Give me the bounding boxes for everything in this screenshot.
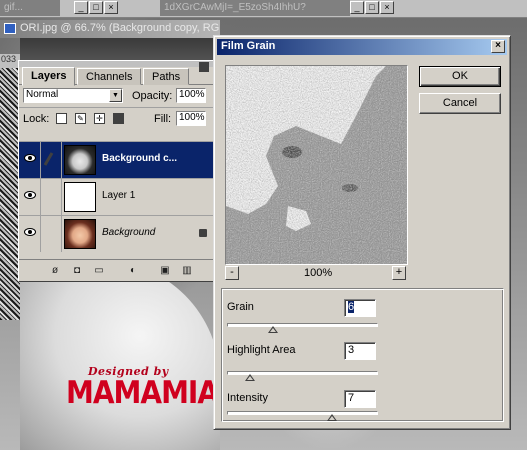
highlight-area-slider-thumb[interactable]: [245, 374, 255, 381]
zoom-level: 100%: [304, 267, 333, 279]
minimize-icon[interactable]: _: [350, 1, 364, 14]
zoom-in-button[interactable]: +: [392, 266, 406, 280]
layer-name: Layer 1: [102, 190, 136, 201]
maximize-icon[interactable]: □: [365, 1, 379, 14]
close-icon[interactable]: ×: [380, 1, 394, 14]
layer-row-background-copy[interactable]: Background c...: [19, 141, 213, 178]
layers-palette: Layers Channels Paths Normal ▼ Opacity: …: [18, 60, 214, 282]
trash-icon[interactable]: ▥: [181, 265, 193, 276]
lock-row: Lock: ✎ ✛ Fill: 100%: [19, 107, 213, 129]
lock-all-icon[interactable]: [113, 113, 124, 124]
dialog-title: Film Grain: [221, 40, 276, 52]
zoom-out-button[interactable]: -: [225, 266, 239, 280]
layer-name: Background: [102, 227, 156, 238]
lock-transparency-icon[interactable]: [56, 113, 67, 124]
tab-layers[interactable]: Layers: [22, 67, 76, 86]
fill-input[interactable]: 100%: [176, 111, 206, 126]
new-group-icon[interactable]: ▭: [93, 265, 105, 276]
ok-button[interactable]: OK: [419, 66, 501, 87]
layer-name: Background c...: [102, 153, 178, 164]
window-tab-image[interactable]: 1dXGrCAwMjI=_E5zoSh4IhhU?: [160, 0, 350, 16]
minimize-icon[interactable]: _: [74, 1, 88, 14]
palette-tabs: Layers Channels Paths: [19, 67, 213, 86]
side-number: 033: [0, 54, 20, 68]
photoshop-document-icon: [4, 23, 16, 34]
layer-thumbnail: [64, 182, 96, 212]
intensity-input[interactable]: 7: [344, 390, 376, 408]
highlight-area-slider-track[interactable]: [227, 371, 378, 381]
opacity-label: Opacity:: [132, 90, 173, 102]
lock-position-icon[interactable]: ✛: [94, 113, 105, 124]
grain-slider-track[interactable]: [227, 323, 378, 333]
tab-paths[interactable]: Paths: [143, 68, 190, 85]
grain-label: Grain: [227, 301, 254, 313]
document-title: ORI.jpg @ 66.7% (Background copy, RGB): [20, 22, 220, 34]
window-tab-gif[interactable]: gif...: [0, 0, 60, 16]
add-mask-icon[interactable]: ◘: [71, 265, 83, 276]
new-layer-icon[interactable]: ▣: [159, 265, 171, 276]
opacity-input[interactable]: 100%: [176, 88, 206, 103]
filter-parameters: Grain 6 Highlight Area 3 Intensity 7: [221, 288, 504, 422]
lock-label: Lock:: [23, 113, 50, 125]
grain-slider-thumb[interactable]: [268, 326, 278, 333]
dialog-title-bar[interactable]: Film Grain ×: [217, 39, 507, 55]
eye-icon[interactable]: [24, 191, 36, 199]
chevron-down-icon[interactable]: ▼: [109, 89, 122, 102]
blend-mode-value: Normal: [26, 89, 59, 100]
grain-preview-image: [226, 66, 407, 264]
watermark-brand: MAMAMIA: [66, 374, 219, 411]
layer-options-row: Normal ▼ Opacity: 100%: [19, 85, 213, 107]
layer-thumbnail: [64, 145, 96, 175]
eye-icon[interactable]: [24, 228, 36, 236]
fill-label: Fill:: [154, 113, 172, 125]
intensity-slider-thumb[interactable]: [327, 414, 337, 421]
highlight-area-label: Highlight Area: [227, 344, 296, 356]
layer-row-layer-1[interactable]: Layer 1: [19, 178, 213, 215]
film-grain-dialog: Film Grain × - 100% + OK Cancel Grain 6 …: [213, 35, 511, 430]
brush-icon: [43, 152, 54, 166]
eye-icon[interactable]: [24, 154, 36, 162]
close-icon[interactable]: ×: [491, 40, 505, 53]
adjustment-layer-icon[interactable]: ◐: [127, 265, 139, 276]
grain-input[interactable]: 6: [344, 299, 376, 317]
close-icon[interactable]: ×: [104, 1, 118, 14]
layer-row-background[interactable]: Background: [19, 215, 213, 252]
background-windows-strip: gif... 1dXGrCAwMjI=_E5zoSh4IhhU? _ □ × _…: [0, 0, 527, 18]
document-title-bar[interactable]: ORI.jpg @ 66.7% (Background copy, RGB): [0, 20, 220, 38]
cancel-button[interactable]: Cancel: [419, 93, 501, 114]
filter-preview[interactable]: [225, 65, 408, 265]
lock-icon: [199, 229, 207, 237]
lock-pixels-icon[interactable]: ✎: [75, 113, 86, 124]
layer-style-icon[interactable]: ø: [49, 265, 61, 276]
intensity-label: Intensity: [227, 392, 268, 404]
blend-mode-select[interactable]: Normal ▼: [23, 88, 123, 103]
tab-channels[interactable]: Channels: [77, 68, 142, 85]
intensity-slider-track[interactable]: [227, 411, 378, 421]
highlight-area-input[interactable]: 3: [344, 342, 376, 360]
maximize-icon[interactable]: □: [89, 1, 103, 14]
layer-thumbnail: [64, 219, 96, 249]
palette-bottom-bar: ø ◘ ▭ ◐ ▣ ▥: [19, 259, 213, 281]
